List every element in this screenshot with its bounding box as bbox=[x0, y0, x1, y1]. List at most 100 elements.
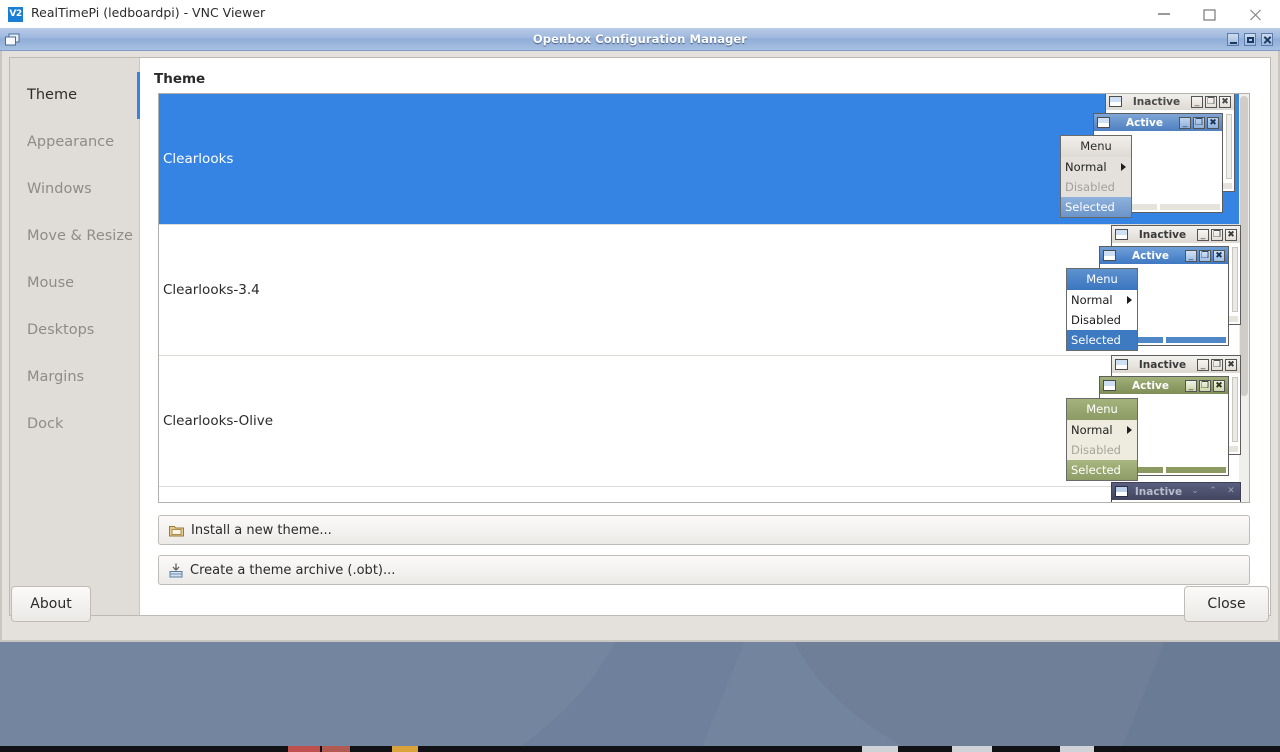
preview-window-buttons: ⌄ ⌃ ✕ bbox=[1189, 486, 1237, 498]
sidebar: Theme Appearance Windows Move & Resize M… bbox=[10, 58, 140, 615]
openbox-close-button[interactable] bbox=[1261, 33, 1273, 46]
theme-list-item[interactable]: Clearlooks Inactive _ ❐ ✖ Active _ ❐ ✖ M… bbox=[159, 94, 1249, 225]
scrollbar-thumb[interactable] bbox=[1240, 96, 1248, 396]
openbox-minimize-button[interactable] bbox=[1227, 33, 1239, 46]
sidebar-item-margins[interactable]: Margins bbox=[10, 354, 139, 401]
sidebar-item-theme[interactable]: Theme bbox=[10, 72, 140, 119]
preview-close-icon: ✖ bbox=[1225, 358, 1237, 371]
theme-preview: Inactive ⌄ ⌃ ✕ bbox=[1066, 482, 1241, 502]
sidebar-item-label: Mouse bbox=[27, 275, 75, 291]
about-button[interactable]: About bbox=[11, 586, 91, 622]
openbox-titlebar[interactable]: Openbox Configuration Manager bbox=[0, 28, 1280, 51]
taskbar-item[interactable] bbox=[288, 746, 320, 752]
page-title: Theme bbox=[154, 71, 206, 87]
vnc-viewer-window: V2 RealTimePi (ledboardpi) - VNC Viewer bbox=[0, 0, 1280, 752]
preview-close-icon: ✖ bbox=[1213, 379, 1225, 392]
install-theme-button[interactable]: Install a new theme... bbox=[158, 515, 1250, 545]
preview-inactive-title: Inactive bbox=[1134, 485, 1183, 498]
sidebar-item-label: Desktops bbox=[27, 322, 95, 338]
submenu-arrow-icon bbox=[1127, 426, 1132, 434]
submenu-arrow-icon bbox=[1121, 163, 1126, 171]
vnc-close-button[interactable] bbox=[1234, 0, 1280, 28]
vnc-titlebar: V2 RealTimePi (ledboardpi) - VNC Viewer bbox=[0, 0, 1280, 28]
preview-minimize-icon: _ bbox=[1197, 228, 1209, 241]
theme-preview: Inactive _ ❐ ✖ Active _ ❐ ✖ Menu Normal … bbox=[1060, 94, 1235, 232]
theme-list-item[interactable]: Inactive ⌄ ⌃ ✕ bbox=[159, 482, 1249, 502]
openbox-config-window: Openbox Configuration Manager Theme Appe… bbox=[0, 28, 1280, 642]
theme-list-item[interactable]: Clearlooks-Olive Inactive _ ❐ ✖ Active _… bbox=[159, 355, 1249, 487]
openbox-window-body: Theme Appearance Windows Move & Resize M… bbox=[0, 51, 1280, 642]
sidebar-item-label: Margins bbox=[27, 369, 85, 385]
preview-menu: Menu Normal Disabled Selected bbox=[1060, 135, 1132, 218]
taskbar-item[interactable] bbox=[862, 746, 898, 752]
preview-menu-item-selected: Selected bbox=[1061, 197, 1131, 217]
preview-window-buttons: _ ❐ ✖ bbox=[1197, 228, 1237, 241]
preview-menu-header: Menu bbox=[1067, 269, 1137, 290]
preview-maximize-icon: ❐ bbox=[1211, 358, 1223, 371]
preview-maximize-icon: ❐ bbox=[1193, 116, 1205, 129]
sidebar-item-move-resize[interactable]: Move & Resize bbox=[10, 213, 139, 260]
preview-inactive-title: Inactive bbox=[1132, 95, 1181, 108]
sidebar-item-appearance[interactable]: Appearance bbox=[10, 119, 139, 166]
preview-close-icon: ✖ bbox=[1207, 116, 1219, 129]
sidebar-item-label: Move & Resize bbox=[27, 228, 133, 244]
taskbar-item[interactable] bbox=[1060, 746, 1094, 752]
sidebar-item-dock[interactable]: Dock bbox=[10, 401, 139, 448]
sidebar-item-desktops[interactable]: Desktops bbox=[10, 307, 139, 354]
preview-window-icon bbox=[1103, 250, 1116, 261]
preview-window-icon bbox=[1115, 359, 1128, 370]
content-area: Theme Appearance Windows Move & Resize M… bbox=[9, 57, 1271, 616]
preview-menu-item-normal: Normal bbox=[1061, 157, 1131, 177]
sidebar-item-label: Appearance bbox=[27, 134, 115, 150]
theme-name: Clearlooks bbox=[163, 151, 234, 167]
install-theme-label: Install a new theme... bbox=[191, 522, 332, 538]
minimize-icon bbox=[1158, 13, 1170, 15]
theme-name: Clearlooks-3.4 bbox=[163, 282, 260, 298]
preview-menu-item-selected: Selected bbox=[1067, 330, 1137, 350]
preview-active-title: Active bbox=[1132, 379, 1169, 392]
openbox-maximize-button[interactable] bbox=[1244, 33, 1256, 46]
preview-menu-item-selected: Selected bbox=[1067, 460, 1137, 480]
preview-window-icon bbox=[1097, 117, 1110, 128]
submenu-arrow-icon bbox=[1127, 296, 1132, 304]
sidebar-item-mouse[interactable]: Mouse bbox=[10, 260, 139, 307]
openbox-window-title: Openbox Configuration Manager bbox=[532, 32, 748, 46]
preview-close-icon: ✖ bbox=[1219, 95, 1231, 108]
preview-inactive-title: Inactive bbox=[1138, 228, 1187, 241]
vnc-logo-icon: V2 bbox=[8, 7, 23, 22]
preview-close-icon: ✖ bbox=[1213, 249, 1225, 262]
taskbar-item[interactable] bbox=[392, 746, 418, 752]
preview-scrollbar bbox=[1226, 114, 1232, 179]
vnc-maximize-button[interactable] bbox=[1188, 0, 1234, 28]
main-panel: Theme Clearlooks Inactive _ ❐ ✖ Active _… bbox=[140, 58, 1270, 615]
close-icon bbox=[1250, 9, 1261, 21]
taskbar[interactable] bbox=[0, 746, 1280, 752]
preview-window-buttons: _ ❐ ✖ bbox=[1197, 358, 1237, 371]
preview-menu-header: Menu bbox=[1061, 136, 1131, 157]
preview-maximize-icon: ❐ bbox=[1205, 95, 1217, 108]
theme-preview: Inactive _ ❐ ✖ Active _ ❐ ✖ Menu Normal … bbox=[1066, 225, 1241, 365]
sidebar-item-windows[interactable]: Windows bbox=[10, 166, 139, 213]
taskbar-item[interactable] bbox=[952, 746, 992, 752]
preview-minimize-icon: _ bbox=[1179, 116, 1191, 129]
create-archive-label: Create a theme archive (.obt)... bbox=[190, 562, 396, 578]
preview-menu: Menu Normal Disabled Selected bbox=[1066, 268, 1138, 351]
theme-list[interactable]: Clearlooks Inactive _ ❐ ✖ Active _ ❐ ✖ M… bbox=[158, 93, 1250, 503]
preview-minimize-icon: _ bbox=[1185, 249, 1197, 262]
preview-inactive-window: Inactive ⌄ ⌃ ✕ bbox=[1111, 482, 1241, 502]
theme-list-item[interactable]: Clearlooks-3.4 Inactive _ ❐ ✖ Active _ ❐… bbox=[159, 225, 1249, 356]
maximize-icon bbox=[1203, 9, 1216, 21]
preview-window-buttons: _ ❐ ✖ bbox=[1179, 116, 1219, 129]
preview-window-buttons: _ ❐ ✖ bbox=[1185, 249, 1225, 262]
close-button[interactable]: Close bbox=[1184, 586, 1269, 622]
sidebar-item-label: Theme bbox=[27, 87, 78, 103]
vnc-minimize-button[interactable] bbox=[1142, 0, 1188, 28]
preview-menu-item-label: Normal bbox=[1071, 423, 1113, 437]
taskbar-item[interactable] bbox=[322, 746, 350, 752]
desktop-wallpaper bbox=[0, 642, 1280, 752]
vnc-window-title: RealTimePi (ledboardpi) - VNC Viewer bbox=[31, 5, 266, 20]
preview-menu: Menu Normal Disabled Selected bbox=[1066, 398, 1138, 481]
preview-menu-item-disabled: Disabled bbox=[1067, 440, 1137, 460]
preview-menu-item-label: Normal bbox=[1071, 293, 1113, 307]
preview-close-icon: ✕ bbox=[1227, 485, 1235, 496]
